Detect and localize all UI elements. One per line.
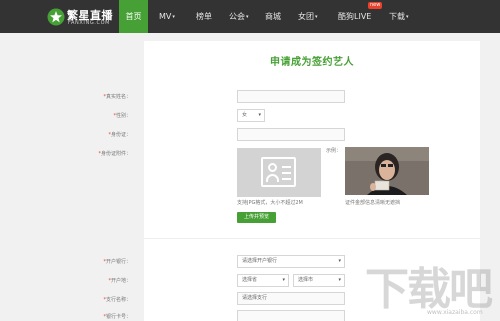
bank-select[interactable]: 请选择开户银行 ▾ <box>237 255 345 268</box>
fanxing-logo-icon <box>47 8 65 26</box>
format-hint: 支持JPG格式，大小不超过2M <box>237 200 303 206</box>
nav-item-mall[interactable]: 商城 <box>265 0 281 33</box>
sample-id-photo <box>345 147 429 195</box>
logo-subtitle: FANXING.COM <box>68 20 111 26</box>
gender-label: *性别： <box>113 113 131 119</box>
nav-item-guild[interactable]: 公会▾ <box>229 0 249 33</box>
new-badge: new <box>368 2 383 9</box>
chevron-down-icon: ▾ <box>258 112 261 118</box>
card-number-label: *银行卡号： <box>103 314 131 320</box>
chevron-down-icon: ▾ <box>172 14 175 20</box>
upload-preview-button[interactable]: 上传并预览 <box>237 212 276 223</box>
nav-item-mv[interactable]: MV▾ <box>159 0 175 33</box>
area-label: *开户地： <box>108 278 131 284</box>
chevron-down-icon: ▾ <box>246 14 249 20</box>
id-photo-upload-area[interactable] <box>237 148 321 197</box>
section-divider <box>144 238 480 239</box>
chevron-down-icon: ▾ <box>406 14 409 20</box>
chevron-down-icon: ▾ <box>338 277 341 283</box>
page-title: 申请成为签约艺人 <box>270 57 354 68</box>
id-photo-label: *身份证附件： <box>98 151 131 157</box>
card-number-input[interactable] <box>237 310 345 321</box>
sample-label: 示例： <box>326 148 342 154</box>
top-navbar: 繁星直播 FANXING.COM 首页 MV▾ 榜单 公会▾ 商城 女团▾ 酷狗… <box>0 0 500 33</box>
chevron-down-icon: ▾ <box>315 14 318 20</box>
watermark-url: www.xiazaiba.com <box>427 309 483 316</box>
watermark: 下载吧 www.xiazaiba.com <box>365 253 495 321</box>
nav-item-kugou-live[interactable]: 酷狗LIVE <box>338 0 371 33</box>
real-name-input[interactable] <box>237 90 345 103</box>
chevron-down-icon: ▾ <box>338 258 341 264</box>
nav-item-girl-group[interactable]: 女团▾ <box>298 0 318 33</box>
nav-item-rank[interactable]: 榜单 <box>196 0 212 33</box>
id-number-input[interactable] <box>237 128 345 141</box>
branch-label: *支行名称： <box>103 297 131 303</box>
nav-item-download[interactable]: 下载▾ <box>389 0 409 33</box>
sample-hint: 证件金部信息清晰无遮挡 <box>345 200 401 206</box>
nav-item-home[interactable]: 首页 <box>119 0 148 33</box>
province-select[interactable]: 选择省 ▾ <box>237 274 289 287</box>
real-name-label: *真实姓名： <box>103 94 131 100</box>
site-logo[interactable]: 繁星直播 FANXING.COM <box>47 6 117 30</box>
branch-input[interactable]: 请选择支行 <box>237 292 345 305</box>
watermark-text: 下载吧 <box>365 264 493 315</box>
chevron-down-icon: ▾ <box>282 277 285 283</box>
bank-label: *开户银行： <box>103 259 131 265</box>
sample-person-image <box>345 147 429 195</box>
gender-select[interactable]: 女 ▾ <box>237 109 265 122</box>
city-select[interactable]: 选择市 ▾ <box>293 274 345 287</box>
id-number-label: *身份证： <box>108 132 131 138</box>
id-card-icon <box>261 157 296 187</box>
